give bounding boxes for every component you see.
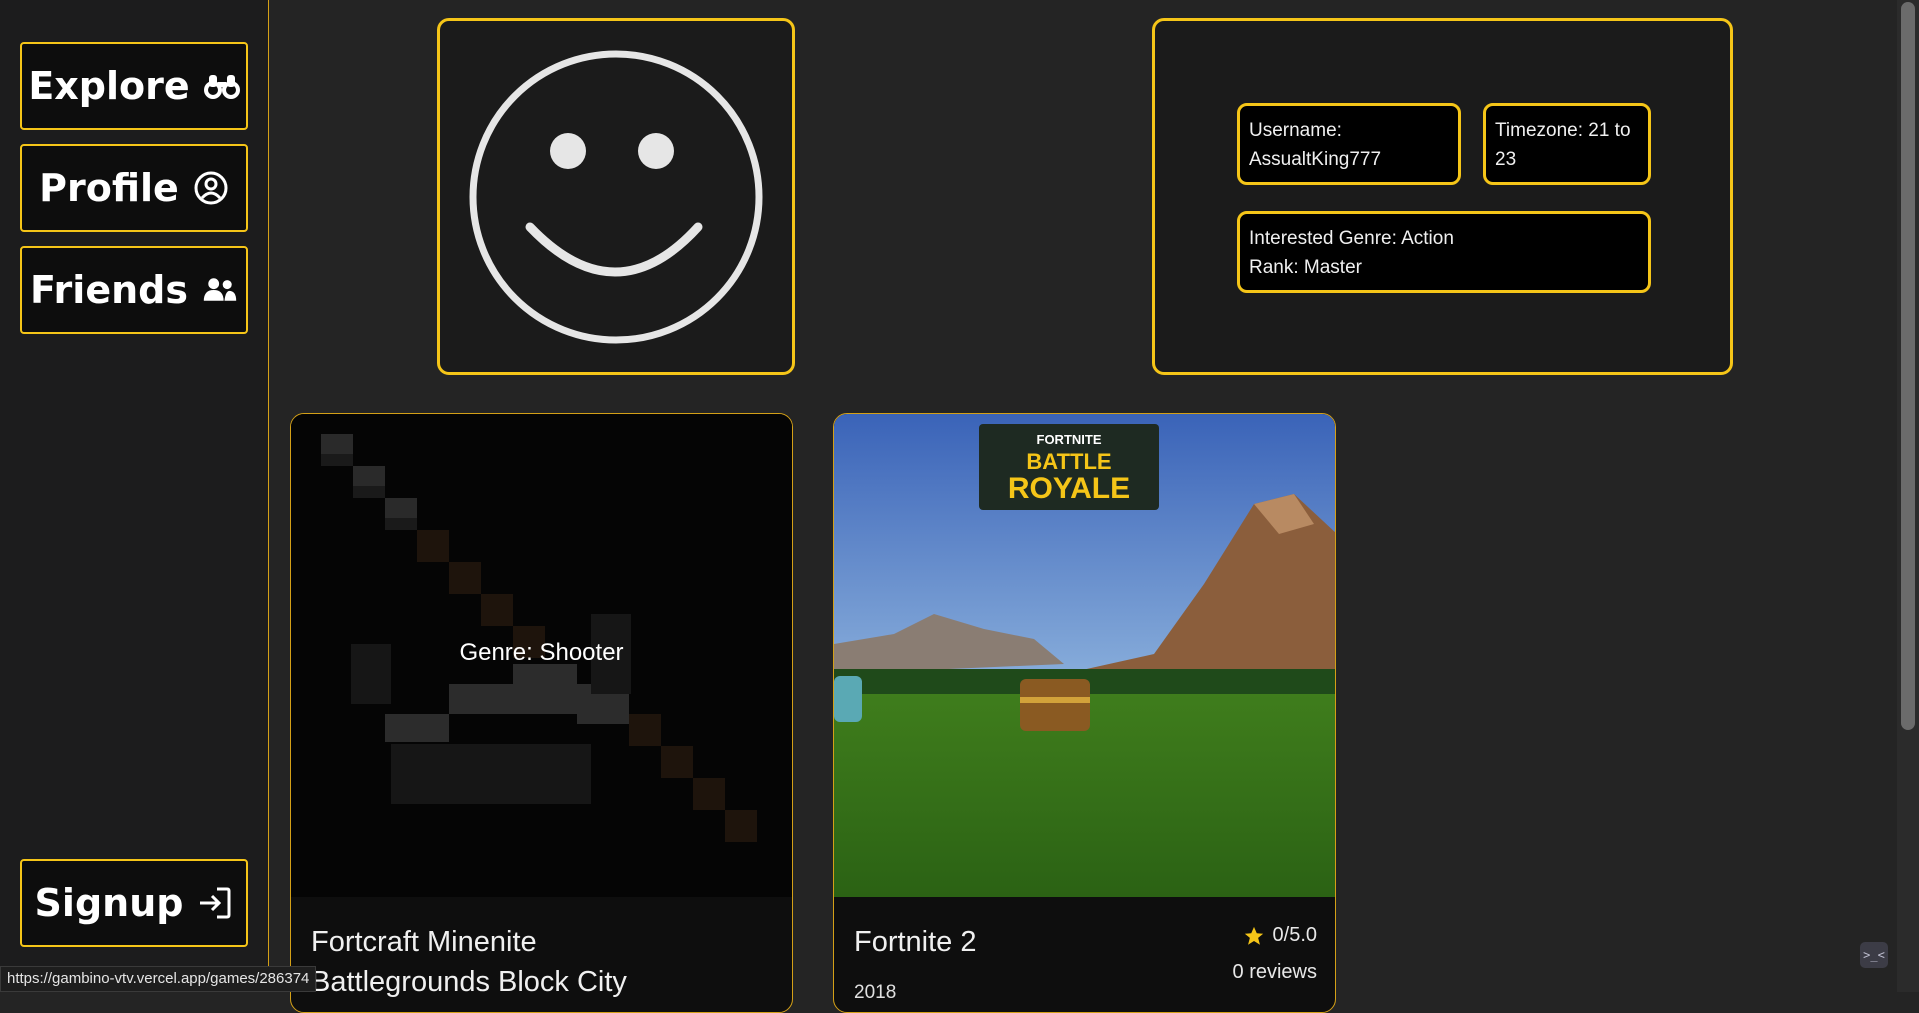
profile-label: Profile [39, 166, 179, 210]
rating-value: 0/5.0 [1272, 924, 1317, 946]
game-title-line1: Fortcraft Minenite [311, 926, 537, 958]
profile-button[interactable]: Profile [20, 144, 248, 232]
banner-line2-text: ROYALE [1008, 472, 1130, 505]
timezone-line1: Timezone: 21 to [1495, 120, 1631, 141]
timezone-line2: 23 [1495, 149, 1517, 170]
rank: Rank: Master [1249, 257, 1362, 278]
dev-tools-icon[interactable]: >_< [1860, 942, 1888, 968]
rating: 0/5.0 [1243, 924, 1317, 947]
signup-label: Signup [34, 881, 184, 925]
explore-label: Explore [28, 64, 190, 108]
release-year: 2018 [854, 982, 897, 1003]
star-icon [1244, 926, 1263, 945]
signup-button[interactable]: Signup [20, 859, 248, 947]
scrollbar-thumb[interactable] [1901, 2, 1915, 730]
interested-genre: Interested Genre: Action [1249, 228, 1454, 249]
explore-button[interactable]: Explore [20, 42, 248, 130]
game-title: Fortcraft Minenite Battlegrounds Block C… [311, 922, 691, 1002]
game-card[interactable]: FORTNITE BATTLE ROYALE Fortnite 2 2018 0… [833, 413, 1336, 1013]
game-title: Fortnite 2 [854, 926, 977, 958]
genre-rank-card: Interested Genre: Action Rank: Master [1237, 211, 1651, 293]
genre-overlay-label: Genre: Shooter [459, 639, 624, 666]
banner-top-text: FORTNITE [1037, 432, 1102, 447]
sign-in-icon [200, 887, 231, 919]
user-circle-icon [194, 171, 228, 205]
users-icon [203, 278, 237, 301]
fortnite-cover-art: FORTNITE BATTLE ROYALE [834, 414, 1335, 897]
game-card[interactable]: Genre: Shooter Fortcraft Minenite Battle… [290, 413, 793, 1013]
link-preview-status: https://gambino-vtv.vercel.app/games/286… [0, 966, 317, 992]
scrollbar[interactable] [1897, 0, 1919, 992]
username-label: Username: [1249, 120, 1342, 141]
game-cover-image: Genre: Shooter [291, 414, 792, 897]
smiley-face-icon [469, 50, 763, 343]
game-cover-image: FORTNITE BATTLE ROYALE [834, 414, 1335, 897]
profile-info-panel: Username: AssualtKing777 Timezone: 21 to… [1152, 18, 1733, 375]
sidebar: Explore Profile Friends Signup [0, 0, 269, 992]
friends-button[interactable]: Friends [20, 246, 248, 334]
timezone-card: Timezone: 21 to 23 [1483, 103, 1651, 185]
banner-line1-text: BATTLE [1026, 449, 1111, 474]
game-title-line2: Battlegrounds Block City [311, 966, 627, 998]
avatar-panel [437, 18, 795, 375]
reviews-count: 0 reviews [1232, 961, 1317, 983]
binoculars-icon [203, 75, 240, 99]
username-value: AssualtKing777 [1249, 149, 1382, 170]
username-card: Username: AssualtKing777 [1237, 103, 1461, 185]
friends-label: Friends [30, 268, 188, 312]
